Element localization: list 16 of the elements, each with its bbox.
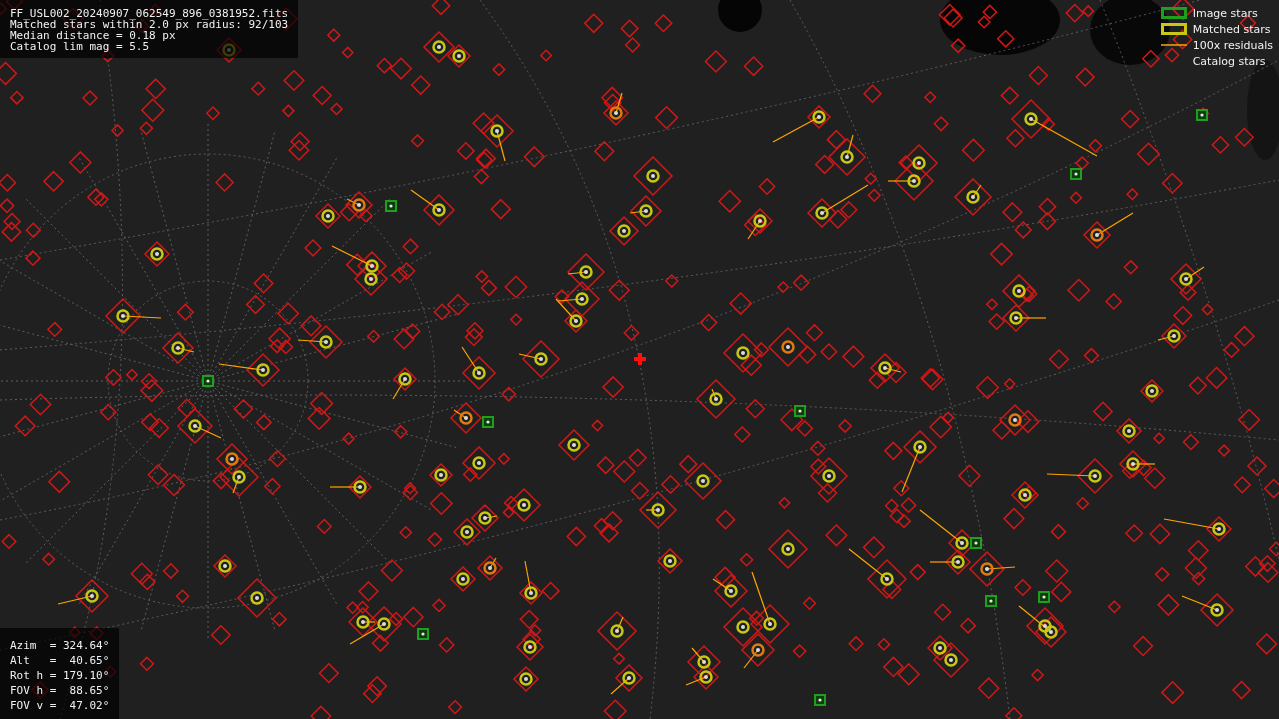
- legend-label: 100x residuals: [1192, 38, 1273, 52]
- rectangle-swatch-icon: [1160, 23, 1187, 35]
- pointing-text: Azim = 324.64°: [10, 638, 110, 653]
- info-text: Catalog lim mag = 5.5: [10, 41, 151, 52]
- legend-label: Image stars: [1192, 6, 1258, 20]
- rectangle-swatch-icon: [1160, 7, 1187, 19]
- info-text: FF_USL002_20240907_062549_896_0381952.fits: [10, 8, 289, 19]
- info-text: Matched stars within 2.0 px radius: 92/103: [10, 19, 289, 30]
- legend-label: Catalog stars: [1192, 54, 1266, 68]
- info-text: Median distance = 0.18 px: [10, 30, 176, 41]
- pointing-text: FOV h = 88.65°: [10, 683, 110, 698]
- pointing-text: Rot h = 179.10°: [10, 668, 110, 683]
- legend-label: Matched stars: [1192, 22, 1271, 36]
- pointing-text: FOV v = 47.02°: [10, 698, 110, 713]
- line-swatch-icon: [1160, 43, 1187, 47]
- pointing-text: Alt = 40.65°: [10, 653, 110, 668]
